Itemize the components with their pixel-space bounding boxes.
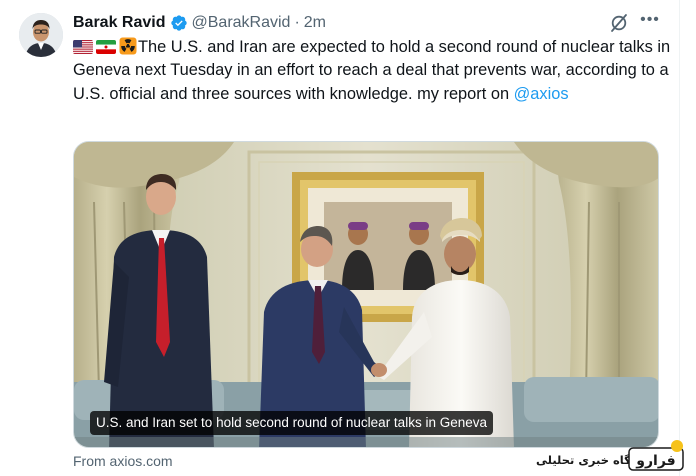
card-image[interactable] <box>74 142 659 448</box>
author-handle[interactable]: @BarakRavid <box>192 14 291 32</box>
tweet-header: Barak Ravid @BarakRavid · 2m <box>73 12 326 34</box>
radioactive-icon <box>119 37 137 55</box>
watermark: پایگاه خبری تحلیلی فرارو <box>536 437 686 473</box>
link-card[interactable]: U.S. and Iran set to hold second round o… <box>73 141 659 448</box>
watermark-logo-icon: فرارو <box>628 440 684 471</box>
avatar[interactable] <box>19 13 63 57</box>
separator-dot: · <box>294 14 300 31</box>
card-source[interactable]: From axios.com <box>73 453 173 469</box>
verified-badge-icon <box>170 15 187 31</box>
author-name[interactable]: Barak Ravid <box>73 14 166 32</box>
tweet[interactable]: Barak Ravid @BarakRavid · 2m ••• The U.S… <box>0 0 680 476</box>
card-caption[interactable]: U.S. and Iran set to hold second round o… <box>90 411 493 435</box>
us-flag-icon <box>73 40 93 54</box>
watermark-logo-text: فرارو <box>635 453 675 469</box>
mention-link[interactable]: @axios <box>514 85 569 103</box>
timestamp[interactable]: 2m <box>304 14 326 32</box>
iran-flag-icon <box>96 40 116 54</box>
tweet-text: The U.S. and Iran are expected to hold a… <box>73 36 673 106</box>
more-options-icon[interactable]: ••• <box>638 12 662 32</box>
tweet-body: The U.S. and Iran are expected to hold a… <box>73 38 671 103</box>
grok-icon[interactable] <box>609 13 629 33</box>
timeline-divider <box>679 0 680 476</box>
